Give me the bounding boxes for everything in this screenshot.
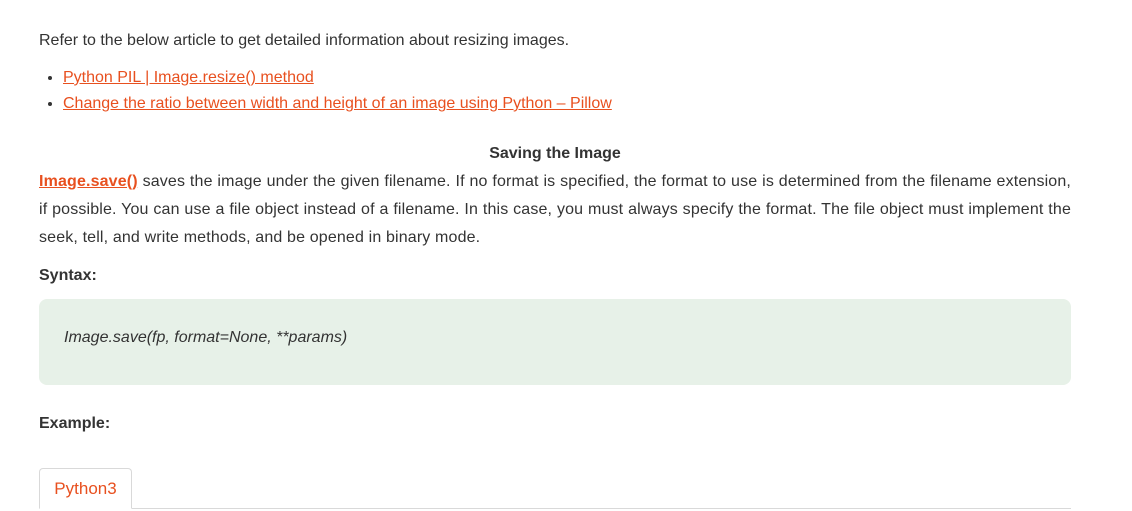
tab-python3[interactable]: Python3 bbox=[39, 468, 132, 509]
tabs-divider bbox=[39, 508, 1071, 509]
example-label: Example: bbox=[39, 415, 111, 432]
image-save-link[interactable]: Image.save() bbox=[39, 173, 138, 190]
list-item: Python PIL | Image.resize() method bbox=[63, 65, 612, 91]
description-paragraph: Image.save() saves the image under the g… bbox=[39, 168, 1071, 252]
list-item: Change the ratio between width and heigh… bbox=[63, 91, 612, 117]
description-text: saves the image under the given filename… bbox=[39, 173, 1071, 246]
section-title: Saving the Image bbox=[489, 145, 621, 162]
link-image-resize[interactable]: Python PIL | Image.resize() method bbox=[63, 69, 314, 86]
syntax-code: Image.save(fp, format=None, **params) bbox=[64, 329, 348, 346]
code-tabs: Python3 bbox=[39, 468, 1071, 511]
syntax-code-block: Image.save(fp, format=None, **params) bbox=[39, 299, 1071, 385]
intro-text: Refer to the below article to get detail… bbox=[39, 32, 570, 49]
link-change-ratio[interactable]: Change the ratio between width and heigh… bbox=[63, 95, 612, 112]
related-links-list: Python PIL | Image.resize() method Chang… bbox=[39, 65, 612, 117]
syntax-label: Syntax: bbox=[39, 267, 97, 284]
